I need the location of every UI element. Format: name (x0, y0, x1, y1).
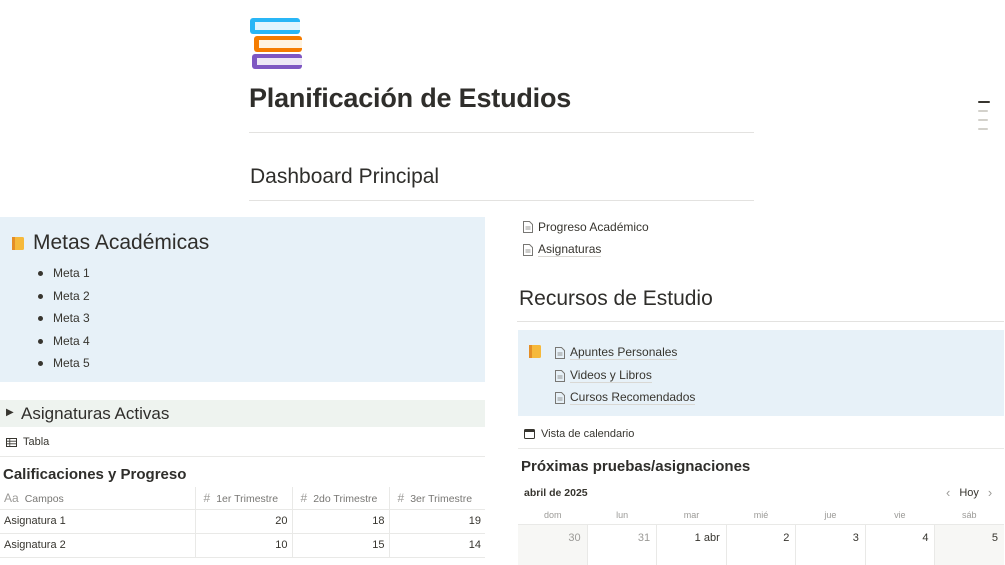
weekday-label: lun (616, 510, 629, 520)
cell-t3[interactable]: 19 (388, 509, 485, 534)
chevron-right-icon[interactable]: › (988, 485, 992, 500)
dashboard-divider (249, 200, 754, 201)
notebook-icon (12, 237, 24, 250)
cell-t2[interactable]: 18 (291, 509, 389, 534)
calendar-day-cell[interactable]: 31 (586, 525, 657, 565)
table-row[interactable]: Asignatura 2 10 15 14 (0, 533, 485, 558)
page-icon (555, 391, 565, 404)
grades-table: Aa Campos #1er Trimestre #2do Trimestre #… (0, 487, 485, 558)
calendar-weekdays: dom lun mar mié jue vie sáb (518, 510, 1004, 520)
calendar-title: Próximas pruebas/asignaciones (521, 458, 751, 475)
calendar-day-cell[interactable]: 2 (725, 525, 796, 565)
calendar-week-row: 30 31 1 abr 2 3 4 5 (518, 524, 1005, 565)
weekday-label: mié (753, 510, 769, 520)
table-row[interactable]: Asignatura 1 20 18 19 (0, 509, 485, 534)
tab-divider (0, 456, 485, 457)
weekday-label: sáb (961, 510, 977, 520)
toggle-asignaturas-activas[interactable]: ▶ Asignaturas Activas (0, 400, 485, 427)
list-item: Meta 4 (38, 334, 90, 357)
toggle-label[interactable]: Asignaturas Activas (21, 404, 169, 424)
books-icon (250, 18, 302, 69)
table-header-row: Aa Campos #1er Trimestre #2do Trimestre #… (0, 487, 485, 510)
link-progreso-academico[interactable]: Progreso Académico (523, 220, 649, 234)
list-item: Meta 3 (38, 311, 90, 334)
tab-label[interactable]: Vista de calendario (541, 428, 634, 440)
column-header-t3[interactable]: #3er Trimestre (388, 487, 485, 510)
link-label[interactable]: Videos y Libros (570, 368, 652, 383)
table-icon (6, 437, 17, 447)
tab-tabla[interactable]: Tabla (6, 436, 49, 448)
today-button[interactable]: Hoy (959, 487, 979, 499)
link-label[interactable]: Asignaturas (538, 242, 602, 257)
weekday-label: mar (683, 510, 700, 520)
calendar-day-cell[interactable]: 4 (864, 525, 935, 565)
text-type-icon: Aa (4, 490, 19, 505)
calendar-month: abril de 2025 (524, 487, 588, 499)
page-icon (555, 346, 565, 359)
triangle-right-icon[interactable]: ▶ (6, 407, 14, 418)
tab-label[interactable]: Tabla (23, 436, 49, 448)
page-icon (523, 221, 533, 233)
link-label[interactable]: Cursos Recomendados (570, 390, 696, 405)
page-icon (555, 369, 565, 382)
goals-title: Metas Académicas (33, 231, 210, 254)
calendar-day-cell[interactable]: 1 abr (656, 525, 726, 565)
link-apuntes-personales[interactable]: Apuntes Personales (555, 345, 678, 360)
cell-name[interactable]: Asignatura 1 (0, 509, 195, 534)
calendar-icon (524, 429, 535, 439)
page-title: Planificación de Estudios (249, 83, 572, 113)
table-of-contents[interactable] (978, 101, 990, 137)
list-item: Meta 5 (38, 356, 90, 379)
chevron-left-icon[interactable]: ‹ (946, 485, 950, 500)
toc-line[interactable] (978, 128, 988, 130)
number-type-icon: # (203, 490, 211, 505)
tab-vista-calendario[interactable]: Vista de calendario (524, 428, 634, 440)
link-label[interactable]: Apuntes Personales (570, 345, 678, 360)
dashboard-heading: Dashboard Principal (250, 165, 440, 188)
page-icon (523, 243, 533, 256)
link-label[interactable]: Progreso Académico (538, 220, 649, 234)
list-item: Meta 1 (38, 266, 90, 289)
calendar-day-cell[interactable]: 5 (934, 525, 1005, 565)
calendar-day-cell[interactable]: 3 (795, 525, 865, 565)
link-videos-y-libros[interactable]: Videos y Libros (555, 368, 652, 383)
link-cursos-recomendados[interactable]: Cursos Recomendados (555, 390, 696, 405)
toc-line[interactable] (978, 119, 988, 121)
cell-t3[interactable]: 14 (388, 533, 485, 558)
goals-callout: Metas Académicas Meta 1 Meta 2 Meta 3 Me… (0, 217, 485, 382)
resources-heading: Recursos de Estudio (519, 287, 713, 310)
column-header-t2[interactable]: #2do Trimestre (291, 487, 389, 510)
toc-line[interactable] (978, 110, 988, 112)
goals-list: Meta 1 Meta 2 Meta 3 Meta 4 Meta 5 (38, 266, 90, 379)
notebook-icon (529, 345, 541, 358)
column-header-campos[interactable]: Aa Campos (0, 487, 195, 510)
list-item: Meta 2 (38, 289, 90, 312)
toc-line[interactable] (978, 101, 990, 103)
column-header-t1[interactable]: #1er Trimestre (194, 487, 292, 510)
cell-t1[interactable]: 10 (194, 533, 292, 558)
weekday-label: vie (894, 510, 906, 520)
resources-divider (517, 321, 1004, 322)
table-title: Calificaciones y Progreso (3, 466, 187, 483)
number-type-icon: # (397, 490, 405, 505)
weekday-label: jue (824, 510, 837, 520)
calendar-nav: ‹ Hoy › (946, 485, 992, 500)
cell-name[interactable]: Asignatura 2 (0, 533, 195, 558)
calendar-day-cell[interactable]: 30 (518, 525, 587, 565)
title-divider (249, 132, 754, 133)
cell-t1[interactable]: 20 (194, 509, 292, 534)
calendar-tab-divider (518, 448, 1004, 449)
link-asignaturas[interactable]: Asignaturas (523, 242, 602, 257)
cell-t2[interactable]: 15 (291, 533, 389, 558)
weekday-label: dom (543, 510, 562, 520)
number-type-icon: # (300, 490, 308, 505)
